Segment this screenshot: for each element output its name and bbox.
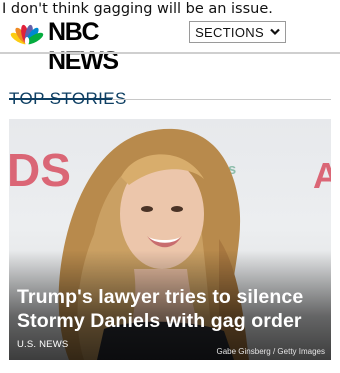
chevron-down-icon (270, 28, 280, 36)
nbc-news-logo[interactable]: NBC NEWS (8, 18, 168, 75)
story-headline[interactable]: Trump's lawyer tries to silence Stormy D… (17, 285, 327, 333)
site-header: NBC NEWS SECTIONS (0, 18, 340, 75)
story-category[interactable]: U.S. NEWS (17, 339, 68, 350)
sections-button-label: SECTIONS (195, 24, 264, 40)
sections-button[interactable]: SECTIONS (189, 21, 286, 43)
section-divider-accent (9, 98, 112, 100)
peacock-icon (10, 24, 44, 45)
header-divider (0, 52, 340, 54)
top-story-card[interactable]: DS eCams A Trump's lawyer tries to silen… (9, 119, 331, 360)
photo-credit: Gabe Ginsberg / Getty Images (216, 347, 326, 356)
annotation-caption: I don't think gagging will be an issue. (2, 1, 273, 17)
peacock-body (24, 37, 30, 45)
brand-wordmark: NBC NEWS (48, 18, 119, 75)
